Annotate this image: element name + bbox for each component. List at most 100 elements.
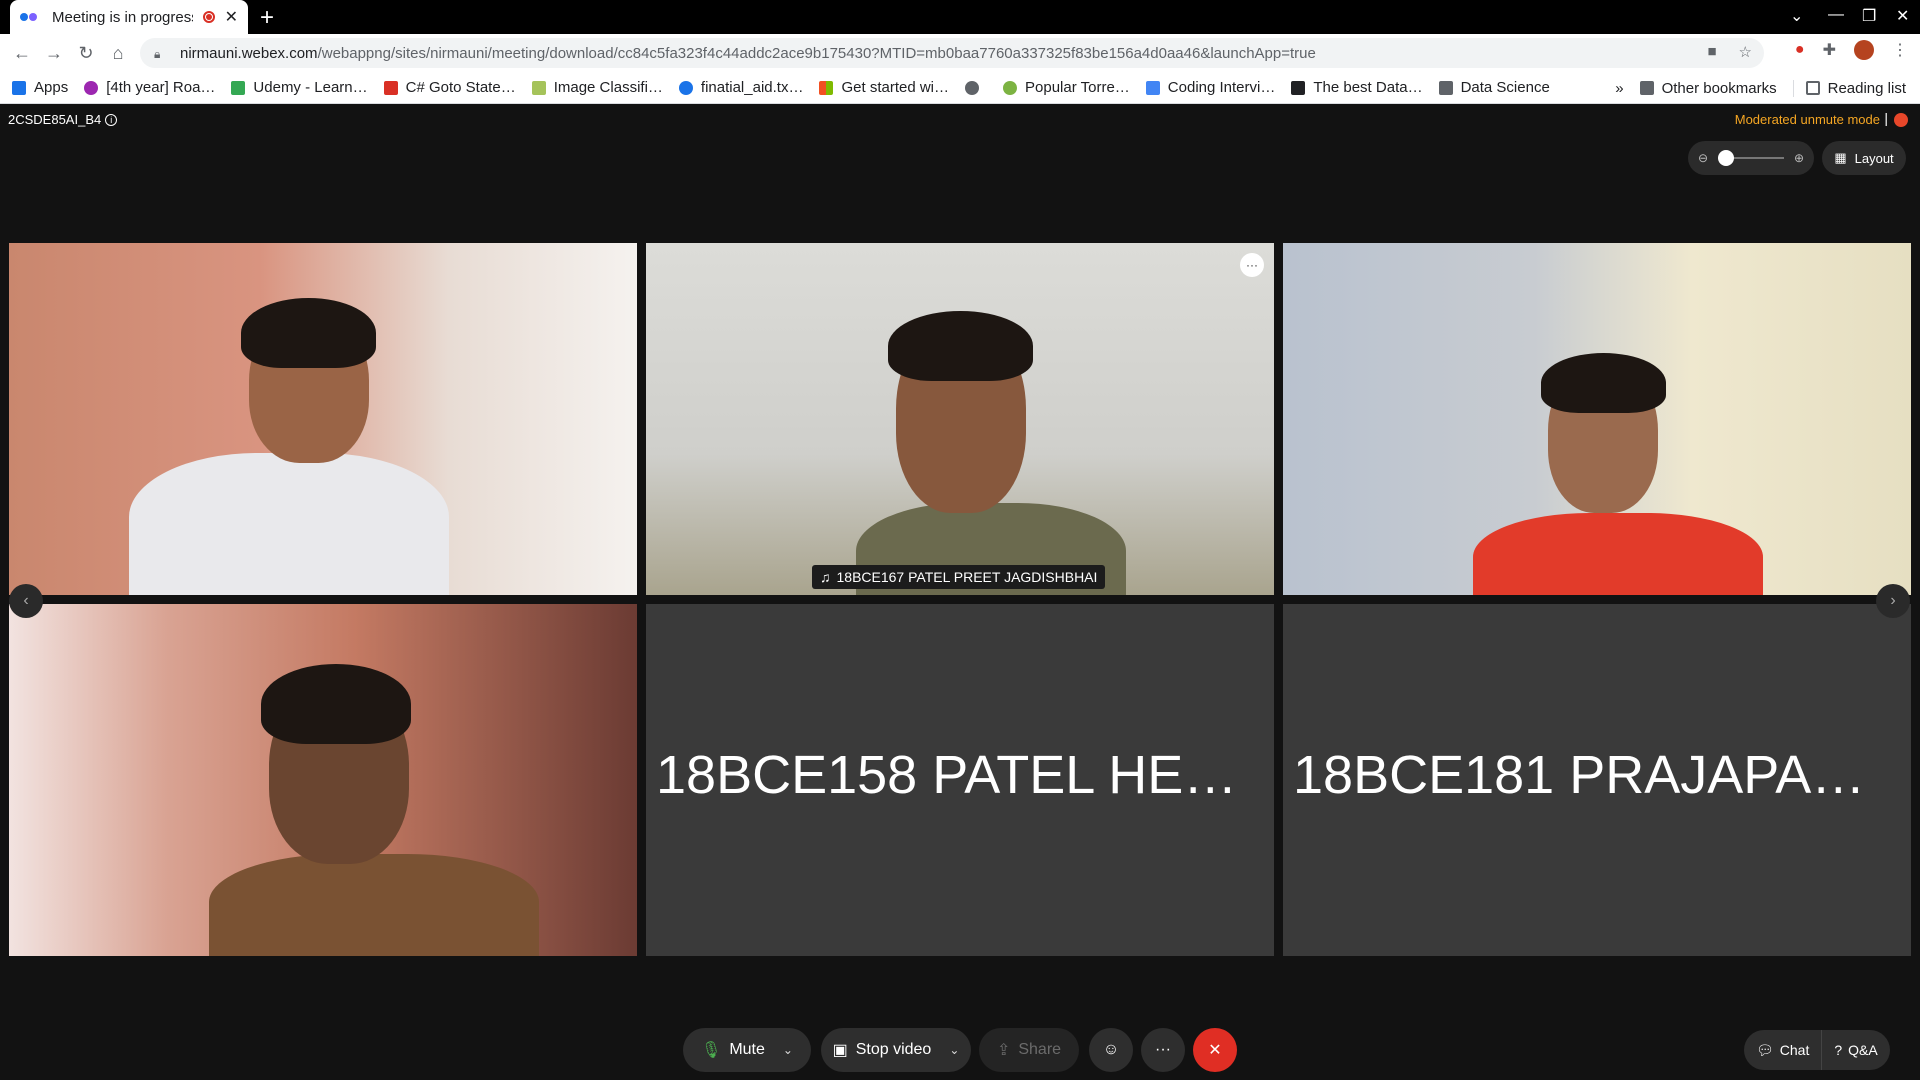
restore-icon[interactable]: ❐ bbox=[1862, 6, 1876, 26]
bookmark-coding-interview[interactable]: Coding Intervi… bbox=[1145, 79, 1275, 96]
speaking-icon: ♫ bbox=[820, 569, 831, 585]
folder-icon bbox=[1438, 80, 1453, 95]
bookmark-globe[interactable] bbox=[965, 80, 987, 95]
next-page-icon[interactable]: › bbox=[1876, 584, 1910, 618]
browser-toolbar: ← → ↻ ⌂ 🔒︎ nirmauni.webex.com/webappng/s… bbox=[0, 34, 1920, 72]
drive-favicon-icon bbox=[231, 80, 246, 95]
video-tile-2[interactable]: ··· ♫ 18BCE167 PATEL PREET JAGDISHBHAI bbox=[646, 243, 1274, 595]
participant-video bbox=[129, 453, 449, 595]
chevron-down-icon[interactable]: ⌄ bbox=[783, 1043, 793, 1057]
participant-name-placeholder: 18BCE158 PATEL HE… bbox=[656, 745, 1238, 805]
share-button[interactable]: ⇪ Share bbox=[979, 1028, 1079, 1072]
profile-dropdown-icon[interactable]: ⌄ bbox=[1790, 6, 1803, 26]
more-options-button[interactable]: ··· bbox=[1141, 1028, 1185, 1072]
video-tile-6[interactable]: 18BCE181 PRAJAPA… bbox=[1283, 604, 1911, 956]
url-host: nirmauni.webex.com bbox=[180, 44, 318, 62]
video-tile-4[interactable] bbox=[9, 604, 637, 956]
stop-video-button[interactable]: ▣ Stop video ⌄ bbox=[821, 1028, 971, 1072]
bookmarks-bar: Apps [4th year] Roa… Udemy - Learn… C# G… bbox=[0, 72, 1920, 104]
share-icon: ⇪ bbox=[996, 1042, 1011, 1059]
previous-page-icon[interactable]: ‹ bbox=[9, 584, 43, 618]
tab-close-icon[interactable]: ✕ bbox=[225, 7, 238, 27]
zoom-slider[interactable] bbox=[1718, 150, 1784, 166]
browser-tab[interactable]: Meeting is in progress ✕ bbox=[10, 0, 248, 34]
microsoft-favicon-icon bbox=[819, 80, 834, 95]
bookmark-data-science[interactable]: Data Science bbox=[1438, 79, 1550, 96]
bookmark-best-data[interactable]: The best Data… bbox=[1291, 79, 1423, 96]
extension-area: ● ✚ ⋮ bbox=[1795, 40, 1908, 60]
bookmark-financial-aid[interactable]: finatial_aid.tx… bbox=[678, 79, 803, 96]
tile-more-options-icon[interactable]: ··· bbox=[1240, 253, 1264, 277]
chrome-menu-icon[interactable]: ⋮ bbox=[1892, 40, 1908, 60]
profile-avatar-icon[interactable] bbox=[1854, 40, 1874, 60]
video-tile-1[interactable] bbox=[9, 243, 637, 595]
close-icon: ✕ bbox=[1208, 1042, 1222, 1059]
mute-button[interactable]: 🎙︎ Mute ⌄ bbox=[683, 1028, 811, 1072]
moderated-mode-label: Moderated unmute mode bbox=[1734, 112, 1880, 127]
video-tile-5[interactable]: 18BCE158 PATEL HE… bbox=[646, 604, 1274, 956]
zoom-control: ⊖ ⊕ bbox=[1688, 141, 1814, 175]
bookmark-roadmap[interactable]: [4th year] Roa… bbox=[84, 79, 215, 96]
bookmark-udemy[interactable]: Udemy - Learn… bbox=[231, 79, 368, 96]
info-icon[interactable]: i bbox=[105, 113, 118, 126]
bookmark-favicon-icon bbox=[531, 80, 546, 95]
meeting-controls: 🎙︎ Mute ⌄ ▣ Stop video ⌄ ⇪ Share ☺ ··· ✕ bbox=[0, 1028, 1920, 1074]
folder-icon bbox=[1639, 81, 1654, 95]
window-close-icon[interactable]: ✕ bbox=[1896, 6, 1909, 26]
reading-list-icon bbox=[1805, 81, 1820, 95]
recording-status-icon bbox=[1894, 113, 1908, 127]
browser-tabstrip: Meeting is in progress ✕ + ⌄ — ❐ ✕ bbox=[0, 0, 1920, 34]
onedrive-favicon-icon bbox=[678, 80, 693, 95]
address-bar[interactable]: 🔒︎ nirmauni.webex.com/webappng/sites/nir… bbox=[140, 38, 1764, 68]
new-tab-button[interactable]: + bbox=[260, 4, 274, 32]
chat-bubble-icon: 💬︎ bbox=[1756, 1041, 1774, 1058]
bookmark-image-classifier[interactable]: Image Classifi… bbox=[531, 79, 663, 96]
bookmark-favicon-icon bbox=[1003, 80, 1018, 95]
bookmark-favicon-icon bbox=[84, 80, 99, 95]
chevron-down-icon[interactable]: ⌄ bbox=[949, 1043, 959, 1057]
video-tile-3[interactable] bbox=[1283, 243, 1911, 595]
participant-name-placeholder: 18BCE181 PRAJAPA… bbox=[1293, 745, 1866, 805]
tab-title: Meeting is in progress bbox=[52, 8, 193, 26]
webex-favicon-icon bbox=[20, 10, 38, 24]
zoom-in-icon[interactable]: ⊕ bbox=[1794, 151, 1804, 165]
layout-grid-icon: ▦ bbox=[1834, 150, 1847, 165]
bookmark-favicon-icon bbox=[1291, 80, 1306, 95]
panel-buttons: 💬︎ Chat ? Q&A bbox=[1744, 1030, 1890, 1070]
other-bookmarks[interactable]: Other bookmarks bbox=[1639, 80, 1777, 97]
lock-icon: 🔒︎ bbox=[154, 47, 161, 61]
extensions-puzzle-icon[interactable]: ✚ bbox=[1823, 40, 1836, 60]
bookmark-favicon-icon bbox=[1145, 80, 1160, 95]
back-icon[interactable]: ← bbox=[6, 43, 38, 64]
bookmark-get-started[interactable]: Get started wi… bbox=[819, 79, 949, 96]
minimize-icon[interactable]: — bbox=[1828, 6, 1844, 24]
forward-icon[interactable]: → bbox=[38, 43, 70, 64]
microphone-icon: 🎙︎ bbox=[701, 1042, 722, 1059]
header-separator: | bbox=[1884, 110, 1888, 126]
ellipsis-icon: ··· bbox=[1155, 1041, 1171, 1058]
recording-indicator-icon bbox=[202, 11, 215, 23]
zoom-slider-thumb[interactable] bbox=[1718, 150, 1735, 166]
question-icon: ? bbox=[1834, 1042, 1843, 1058]
bookmark-star-icon[interactable]: ☆ bbox=[1739, 43, 1752, 61]
smiley-icon: ☺ bbox=[1102, 1041, 1120, 1058]
more-bookmarks-button[interactable]: » bbox=[1615, 80, 1623, 97]
camera-blocked-icon[interactable]: ■ bbox=[1707, 43, 1716, 61]
chat-button[interactable]: 💬︎ Chat bbox=[1744, 1030, 1821, 1070]
zoom-out-icon[interactable]: ⊖ bbox=[1698, 151, 1708, 165]
opera-extension-icon[interactable]: ● bbox=[1795, 41, 1805, 59]
apps-grid-icon bbox=[12, 80, 26, 95]
url-path: /webappng/sites/nirmauni/meeting/downloa… bbox=[317, 44, 1316, 62]
active-speaker-name: ♫ 18BCE167 PATEL PREET JAGDISHBHAI bbox=[812, 565, 1106, 589]
reload-icon[interactable]: ↻ bbox=[70, 43, 102, 64]
qa-button[interactable]: ? Q&A bbox=[1821, 1030, 1889, 1070]
leave-meeting-button[interactable]: ✕ bbox=[1193, 1028, 1237, 1072]
reading-list[interactable]: Reading list bbox=[1792, 79, 1906, 97]
home-icon[interactable]: ⌂ bbox=[102, 43, 134, 64]
bookmark-apps[interactable]: Apps bbox=[12, 79, 68, 96]
reactions-button[interactable]: ☺ bbox=[1089, 1028, 1133, 1072]
bookmark-popular-torrents[interactable]: Popular Torre… bbox=[1003, 79, 1130, 96]
layout-button[interactable]: ▦ Layout bbox=[1822, 141, 1906, 175]
meeting-title[interactable]: 2CSDE85AI_B4 i bbox=[8, 112, 118, 127]
bookmark-csharp[interactable]: C# Goto State… bbox=[383, 79, 516, 96]
